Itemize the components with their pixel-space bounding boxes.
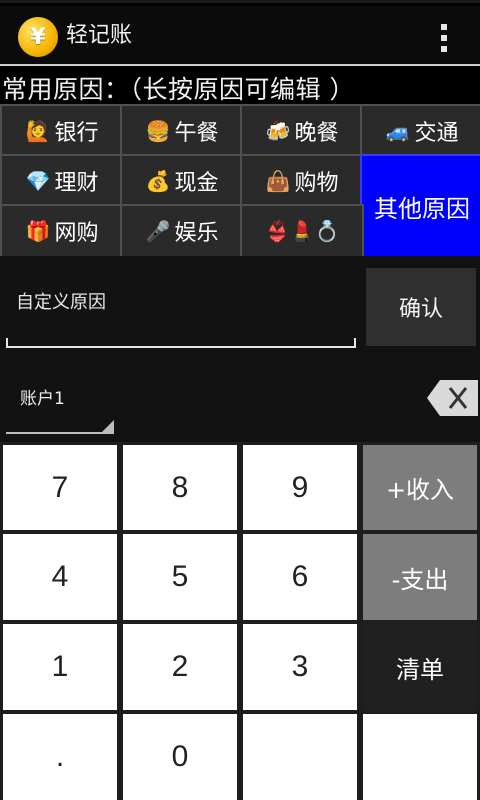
microphone-icon: 🎤 [145,219,171,243]
key-4[interactable]: 4 [3,534,117,620]
key-9[interactable]: 9 [243,445,357,530]
reason-label: 交通 [414,121,459,146]
reason-other-label: 其他原因 [374,194,470,223]
key-8[interactable]: 8 [123,445,237,530]
reason-other-button[interactable]: 其他原因 [360,154,480,258]
reason-label: 午餐 [174,121,219,146]
expense-button[interactable]: -支出 [363,534,477,620]
income-button[interactable]: +收入 [363,445,477,530]
reason-transport[interactable]: 🚙 交通 [360,104,480,158]
app-logo-icon: ¥ [18,17,58,57]
key-3[interactable]: 3 [243,624,357,710]
overflow-menu-icon[interactable] [430,18,458,58]
reason-label: 银行 [54,121,99,146]
key-6[interactable]: 6 [243,534,357,620]
reasons-header: 常用原因：（长按原因可编辑 ） [0,66,480,104]
confirm-label: 确认 [398,297,443,322]
reason-label: 娱乐 [174,221,219,246]
bikini-lipstick-ring-icon: 👙💄💍 [264,219,340,243]
confirm-button[interactable]: 确认 [366,268,476,346]
key-blank[interactable] [243,714,357,800]
app-title: 轻记账 [66,23,133,48]
account-spinner[interactable]: 账户1 [6,370,114,434]
key-0[interactable]: 0 [123,714,237,800]
reason-cosmetics[interactable]: 👙💄💍 [240,204,364,258]
account-selected: 账户1 [20,389,65,409]
backspace-icon[interactable] [426,378,478,418]
custom-reason-field [6,262,356,348]
reason-entertainment[interactable]: 🎤 娱乐 [120,204,244,258]
key-blank-right[interactable] [363,714,477,800]
keypad: 7 8 9 +收入 4 5 6 -支出 1 2 3 清单 . 0 [0,442,480,800]
reason-label: 晚餐 [294,121,339,146]
reason-finance[interactable]: 💎 理财 [0,154,124,208]
reasons-grid: 🙋 银行 🍔 午餐 🍻 晚餐 🚙 交通 💎 理财 💰 现金 👜 购物 其他原因 … [0,104,480,258]
banker-icon: 🙋 [25,119,51,143]
car-icon: 🚙 [385,119,411,143]
reason-bank[interactable]: 🙋 银行 [0,104,124,158]
reason-cash[interactable]: 💰 现金 [120,154,244,208]
key-2[interactable]: 2 [123,624,237,710]
gift-icon: 🎁 [25,219,51,243]
list-button[interactable]: 清单 [363,624,477,710]
reason-lunch[interactable]: 🍔 午餐 [120,104,244,158]
custom-reason-input[interactable] [6,284,356,320]
logo-symbol: ¥ [30,24,46,50]
spinner-arrow-icon [100,420,114,434]
key-7[interactable]: 7 [3,445,117,530]
reason-label: 网购 [54,221,99,246]
burger-icon: 🍔 [145,119,171,143]
reason-label: 现金 [174,171,219,196]
key-5[interactable]: 5 [123,534,237,620]
key-1[interactable]: 1 [3,624,117,710]
reasons-header-label: 常用原因：（长按原因可编辑 ） [2,75,355,104]
money-bag-icon: 💰 [145,169,171,193]
reason-online-shopping[interactable]: 🎁 网购 [0,204,124,258]
handbag-icon: 👜 [265,169,291,193]
reason-label: 购物 [294,171,339,196]
beer-mugs-icon: 🍻 [265,119,291,143]
reason-shopping[interactable]: 👜 购物 [240,154,364,208]
reason-dinner[interactable]: 🍻 晚餐 [240,104,364,158]
reason-label: 理财 [54,171,99,196]
diamond-icon: 💎 [25,169,51,193]
key-decimal[interactable]: . [3,714,117,800]
